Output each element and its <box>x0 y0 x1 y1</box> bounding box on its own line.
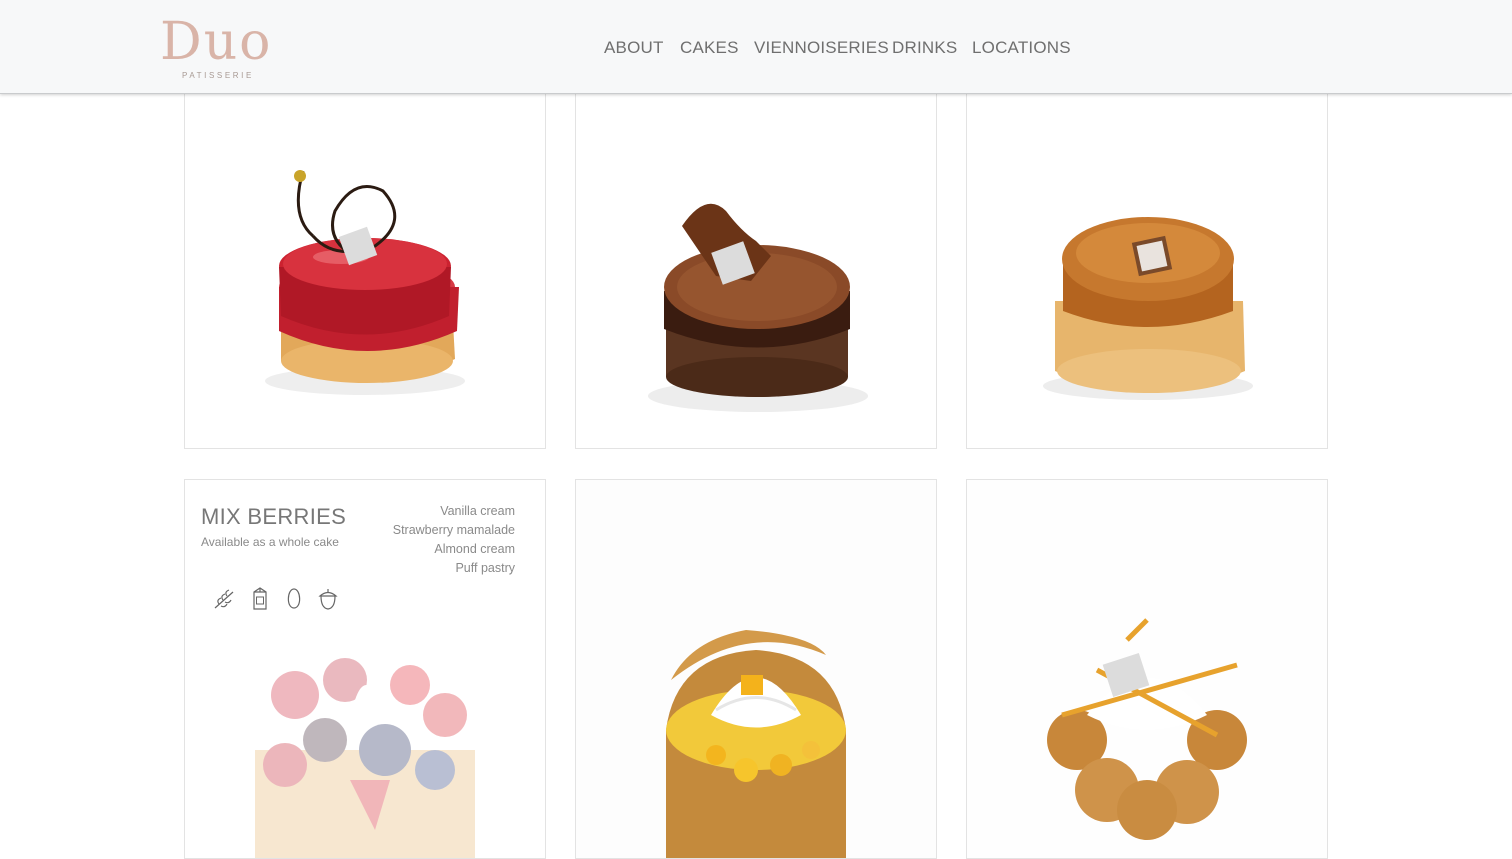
nav-drinks[interactable]: DRINKS <box>892 38 957 58</box>
logo-wordmark: Duo <box>160 12 273 72</box>
logo-subtitle: PATISSERIE <box>182 71 254 80</box>
product-card[interactable] <box>575 80 937 449</box>
mango-choux-image <box>576 480 936 858</box>
product-title: MIX BERRIES <box>201 504 347 529</box>
wheat-icon <box>211 586 237 612</box>
ingredient-item: Strawberry mamalade <box>392 523 515 537</box>
product-card[interactable] <box>966 479 1328 859</box>
duo-logo[interactable]: Duo PATISSERIE <box>160 12 290 84</box>
nut-icon <box>315 586 341 612</box>
product-card-mix-berries[interactable]: MIX BERRIES Available as a whole cake Va… <box>184 479 546 859</box>
nav-locations[interactable]: LOCATIONS <box>972 38 1071 58</box>
ingredient-item: Puff pastry <box>455 561 515 575</box>
red-glazed-tart-image <box>265 170 465 395</box>
product-availability: Available as a whole cake <box>201 535 339 549</box>
caramel-tart-image <box>1043 217 1253 400</box>
ingredient-item: Almond cream <box>434 542 515 556</box>
site-header: Duo PATISSERIE ABOUT CAKES VIENNOISERIES… <box>0 0 1512 94</box>
mixed-berries-tart-image <box>255 658 475 858</box>
saint-honore-image <box>967 480 1327 858</box>
product-card[interactable] <box>184 80 546 449</box>
ingredient-item: Vanilla cream <box>440 504 515 518</box>
milk-icon <box>247 586 273 612</box>
product-card[interactable] <box>575 479 937 859</box>
ingredients-list: Vanilla cream Strawberry mamalade Almond… <box>393 502 515 578</box>
egg-icon <box>281 586 307 612</box>
nav-about[interactable]: ABOUT <box>604 38 664 58</box>
nav-viennoiseries[interactable]: VIENNOISERIES <box>754 38 889 58</box>
product-card[interactable] <box>966 80 1328 449</box>
chocolate-tart-image <box>648 203 868 412</box>
nav-cakes[interactable]: CAKES <box>680 38 739 58</box>
